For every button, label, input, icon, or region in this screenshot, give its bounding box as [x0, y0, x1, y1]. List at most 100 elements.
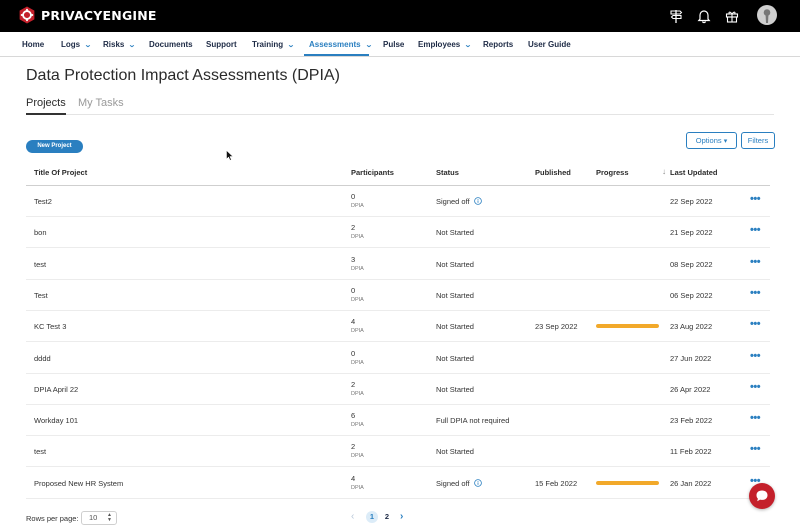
last-updated-date: 26 Jan 2022 [670, 478, 712, 488]
column-header-status[interactable]: Status [436, 168, 459, 177]
participants-count: 4 [351, 473, 356, 483]
participants-type: DPIA [351, 422, 364, 429]
progress-bar-fill [596, 324, 659, 329]
project-title[interactable]: Test [34, 291, 48, 300]
more-actions-icon[interactable]: ••• [750, 318, 761, 330]
published-date: 15 Feb 2022 [535, 478, 578, 488]
column-header-participants[interactable]: Participants [351, 168, 394, 177]
pagination-page-2[interactable]: 2 [381, 511, 393, 523]
participants-count: 2 [351, 223, 356, 233]
participants-type: DPIA [351, 328, 364, 335]
info-icon[interactable] [473, 197, 482, 205]
table-row[interactable]: Workday 101 6 DPIA Full DPIA not required 23… [26, 405, 770, 437]
info-icon[interactable] [473, 478, 482, 487]
rows-per-page-select[interactable]: 10 ▲ ▼ [81, 511, 117, 525]
nav-risks[interactable]: Risks ⌄ [103, 40, 136, 49]
table-row[interactable]: Proposed New HR System 4 DPIA Signed off 15 … [26, 468, 770, 499]
more-actions-icon[interactable]: ••• [750, 193, 761, 205]
tab-active-indicator [26, 113, 66, 115]
nav-assessments[interactable]: Assessments ⌄ [309, 40, 372, 49]
table-row[interactable]: KC Test 3 4 DPIA Not Started 23 Sep 2022 23 A… [26, 311, 770, 343]
nav-training[interactable]: Training ⌄ [252, 40, 295, 49]
user-avatar[interactable] [757, 5, 777, 25]
user-avatar-icon [763, 9, 771, 23]
column-header-published[interactable]: Published [535, 168, 571, 177]
gift-icon[interactable] [724, 8, 740, 24]
nav-pulse[interactable]: Pulse [383, 40, 404, 49]
chat-button[interactable] [749, 483, 775, 509]
tabs-divider [26, 114, 774, 115]
pagination-prev-button[interactable]: ‹ [351, 511, 354, 522]
tab-projects[interactable]: Projects [26, 97, 66, 109]
table-row[interactable]: Test 0 DPIA Not Started 06 Sep 2022 ••• [26, 280, 770, 311]
project-title[interactable]: bon [34, 228, 47, 237]
more-actions-icon[interactable]: ••• [750, 412, 761, 424]
more-actions-icon[interactable]: ••• [750, 381, 761, 393]
main-nav: Home Logs ⌄ Risks ⌄ Documents Support Trai… [0, 32, 800, 57]
new-project-button[interactable]: New Project [26, 140, 83, 153]
status-text: Signed off [436, 197, 470, 206]
table-row[interactable]: bon 2 DPIA Not Started 21 Sep 2022 ••• [26, 217, 770, 249]
participants-type: DPIA [351, 265, 364, 272]
bell-icon[interactable] [696, 8, 712, 24]
status-text: Not Started [436, 290, 474, 300]
table-row[interactable]: test 3 DPIA Not Started 08 Sep 2022 ••• [26, 249, 770, 280]
participants-count: 2 [351, 379, 356, 389]
column-header-last-updated[interactable]: Last Updated [670, 168, 718, 177]
options-button[interactable]: Options ▾ [686, 132, 737, 149]
last-updated-date: 06 Sep 2022 [670, 290, 713, 300]
last-updated-date: 27 Jun 2022 [670, 353, 712, 363]
more-actions-icon[interactable]: ••• [750, 224, 761, 236]
brand-logo[interactable]: PRIVACYENGINE [18, 6, 157, 24]
project-title[interactable]: Test2 [34, 197, 52, 206]
table-row[interactable]: Test2 0 DPIA Signed off 22 Sep 2022 ••• [26, 186, 770, 217]
project-title[interactable]: DPIA April 22 [34, 385, 78, 394]
more-actions-icon[interactable]: ••• [750, 443, 761, 455]
nav-documents[interactable]: Documents [149, 40, 193, 49]
nav-home[interactable]: Home [22, 40, 44, 49]
nav-employees[interactable]: Employees ⌄ [418, 40, 472, 49]
status-text: Not Started [436, 259, 474, 269]
table-row[interactable]: dddd 0 DPIA Not Started 27 Jun 2022 ••• [26, 343, 770, 374]
status-cell: Not Started [436, 447, 474, 456]
filters-button[interactable]: Filters [741, 132, 775, 149]
more-actions-icon[interactable]: ••• [750, 350, 761, 362]
status-cell: Not Started [436, 228, 474, 237]
table-row[interactable]: test 2 DPIA Not Started 11 Feb 2022 ••• [26, 436, 770, 468]
brand-name: PRIVACYENGINE [41, 7, 157, 23]
tab-my-tasks[interactable]: My Tasks [78, 97, 124, 109]
chevron-down-icon: ▾ [723, 138, 728, 145]
project-title[interactable]: Workday 101 [34, 416, 78, 425]
pagination-page-1[interactable]: 1 [366, 511, 378, 523]
stepper-arrows-icon: ▲ ▼ [107, 512, 112, 523]
project-title[interactable]: test [34, 447, 46, 456]
project-title[interactable]: KC Test 3 [34, 322, 66, 331]
progress-bar [596, 324, 659, 329]
table-row[interactable]: DPIA April 22 2 DPIA Not Started 26 Apr 2022… [26, 374, 770, 405]
signpost-icon[interactable] [668, 8, 684, 24]
column-header-progress[interactable]: Progress [596, 168, 629, 177]
status-text: Signed off [436, 478, 470, 488]
status-text: Not Started [436, 322, 474, 332]
chevron-down-icon: ⌄ [287, 42, 295, 49]
sort-descending-icon[interactable]: ↓ [662, 167, 666, 176]
nav-reports[interactable]: Reports [483, 40, 513, 49]
nav-logs[interactable]: Logs ⌄ [61, 40, 92, 49]
progress-bar [596, 480, 659, 485]
nav-active-indicator [304, 54, 369, 56]
pagination-next-button[interactable]: › [400, 511, 403, 522]
project-title[interactable]: test [34, 260, 46, 269]
more-actions-icon[interactable]: ••• [750, 256, 761, 268]
more-actions-icon[interactable]: ••• [750, 287, 761, 299]
status-text: Full DPIA not required [436, 416, 510, 426]
project-title[interactable]: dddd [34, 354, 51, 363]
nav-support[interactable]: Support [206, 40, 237, 49]
participants-count: 2 [351, 442, 356, 452]
nav-user-guide[interactable]: User Guide [528, 40, 571, 49]
mouse-cursor-icon [226, 150, 234, 161]
status-cell: Not Started [436, 291, 474, 300]
chat-bubble-icon [756, 490, 768, 502]
project-title[interactable]: Proposed New HR System [34, 479, 123, 488]
column-header-title[interactable]: Title Of Project [34, 168, 87, 177]
rows-per-page-label: Rows per page: [26, 514, 79, 523]
